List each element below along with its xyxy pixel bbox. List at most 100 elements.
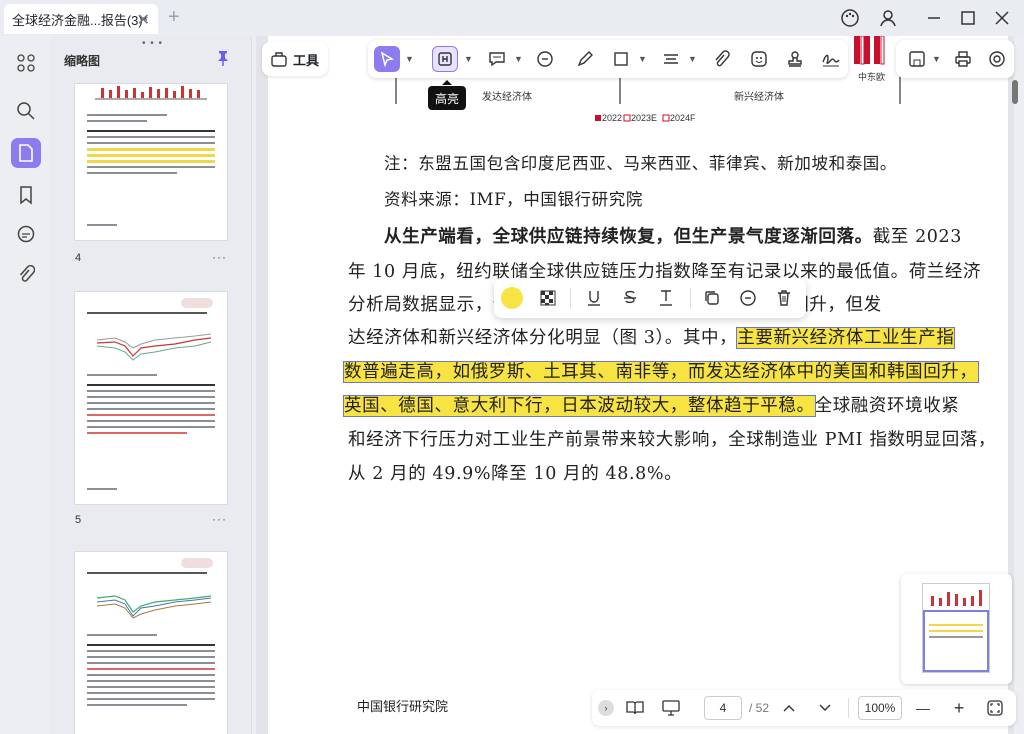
bank-logo-icon [181,558,213,568]
pin-icon[interactable] [216,50,230,71]
bank-logo-icon [181,298,213,308]
legend-item: 2022 [602,113,623,123]
chevron-down-icon[interactable]: ▼ [688,54,697,64]
page-thumbnail-6[interactable] [75,552,227,734]
paragraph-line: 达经济体和新兴经济体分化明显（图 3）。其中，主要新兴经济体工业生产指 [348,327,956,349]
chart-group-label: 发达经济体 [482,92,532,103]
legend-item: 2024F [670,113,696,123]
comment-tool-icon[interactable] [484,46,510,72]
strikethrough-icon[interactable] [618,286,642,310]
page-thumbnail-5[interactable] [75,292,227,504]
chevron-down-icon[interactable]: ▼ [464,54,473,64]
page-footer: 中国银行研究院 [357,700,449,715]
thumbnails-icon[interactable] [11,138,41,168]
ai-assistant-icon[interactable] [984,46,1010,72]
account-icon[interactable] [876,6,900,30]
document-tab[interactable]: 全球经济金融...报告(3)* ✕ [4,4,158,34]
save-icon[interactable] [904,46,930,72]
print-icon[interactable] [950,46,976,72]
chevron-down-icon[interactable]: ▼ [932,54,941,64]
highlight-color-swatch[interactable] [500,286,524,310]
zoom-out-icon[interactable]: — [912,696,934,720]
legend-item: 2023E [631,113,658,123]
vertical-scrollbar[interactable] [1012,80,1018,104]
zoom-level[interactable]: 100% [858,696,902,720]
highlighted-text[interactable]: 英国、德国、意大利下行，日本波动较大，整体趋于平稳。 [343,395,816,417]
chevron-down-icon[interactable]: ▼ [405,54,414,64]
highlight-tool-icon[interactable] [432,46,458,72]
toolbox-icon [271,52,287,67]
delete-icon[interactable] [772,286,796,310]
thumbnail-page-number: 4 [75,252,82,264]
paragraph-line: 从 2 月的 49.9%降至 10 月的 48.8%。 [348,464,683,484]
left-rail [0,36,50,734]
collapse-icon[interactable]: › [598,700,614,716]
squiggly-icon[interactable] [654,286,678,310]
sticker-tool-icon[interactable] [746,46,772,72]
viewport-indicator[interactable] [923,610,989,672]
add-comment-icon[interactable] [736,286,760,310]
chart-group-label: 新兴经济体 [734,92,784,103]
chevron-down-icon[interactable]: ▼ [638,54,647,64]
minimize-icon[interactable] [922,6,946,30]
maximize-icon[interactable] [956,6,980,30]
note-line: 注：东盟五国包含印度尼西亚、马来西亚、菲律宾、新加坡和泰国。 [384,154,897,173]
thumbnail-more-icon[interactable]: ··· [212,512,227,526]
navigation-bar: › 4 / 52 100% — + [592,690,1016,726]
highlighted-text[interactable]: 数普遍走高，如俄罗斯、土耳其、南非等，而发达经济体中的美国和韩国回升， [343,361,979,383]
measure-tool-icon[interactable] [658,46,684,72]
annotation-toolbar: ▼ ▼ ▼ ▼ ▼ [368,40,848,78]
paragraph-line: 英国、德国、意大利下行，日本波动较大，整体趋于平稳。全球融资环境收紧 [343,395,960,417]
thumbnail-panel: • • • 缩略图 4 ··· 5 ··· [50,36,252,734]
close-tab-icon[interactable]: ✕ [137,10,150,30]
thumbnail-page-number: 5 [75,514,82,526]
comments-icon[interactable] [11,220,41,250]
close-window-icon[interactable] [990,6,1014,30]
tab-title: 全球经济金融...报告(3)* [12,12,148,28]
paragraph-line: 从生产端看，全球供应链持续恢复，但生产景气度逐渐回落。截至 2023 [384,227,963,247]
copy-icon[interactable] [700,286,724,310]
stamp-tool-icon[interactable] [782,46,808,72]
chevron-down-icon[interactable]: ▼ [514,54,523,64]
paragraph-line: 数普遍走高，如俄罗斯、土耳其、南非等，而发达经济体中的美国和韩国回升， [343,358,979,383]
shape-tool-icon[interactable] [608,46,634,72]
previous-page-icon[interactable] [778,696,800,720]
next-page-icon[interactable] [814,696,836,720]
attachment-icon[interactable] [11,260,41,290]
page-thumbnail-4[interactable] [75,84,227,240]
search-icon[interactable] [11,96,41,126]
document-page[interactable]: 发达经济体 新兴经济体 中东欧 2022 2023E 2024F 注：东盟五国包… [268,36,1008,734]
highlighted-text[interactable]: 主要新兴经济体工业生产指 [736,327,956,349]
pencil-tool-icon[interactable] [572,46,598,72]
source-line: 资料来源：IMF，中国银行研究院 [384,190,643,209]
attach-tool-icon[interactable] [708,46,734,72]
palette-icon[interactable] [838,6,862,30]
paragraph-line: 和经济下行压力对工业生产前景带来较大影响，全球制造业 PMI 指数明显回落， [348,430,997,450]
opacity-icon[interactable] [536,286,560,310]
select-tool-icon[interactable] [374,46,400,72]
thumbnail-more-icon[interactable]: ··· [212,250,227,264]
file-toolbar: ▼ [896,40,1014,78]
page-number-input[interactable]: 4 [704,696,742,720]
panel-drag-handle[interactable]: • • • [142,38,163,49]
presentation-icon[interactable] [658,696,684,720]
bold-sentence: 从生产端看，全球供应链持续恢复，但生产景气度逐渐回落。 [384,227,873,247]
total-pages: / 52 [748,701,769,715]
note-tool-icon[interactable] [532,46,558,72]
tools-button[interactable]: 工具 [262,42,328,76]
bookmark-icon[interactable] [11,180,41,210]
zoom-in-icon[interactable]: + [948,696,970,720]
panel-title: 缩略图 [64,54,101,68]
new-tab-icon[interactable]: + [168,6,180,29]
chart-category-label: 中东欧 [858,73,886,83]
page-minimap[interactable] [901,574,1012,684]
signature-tool-icon[interactable] [818,46,844,72]
fit-page-icon[interactable] [984,696,1006,720]
tools-label: 工具 [292,52,319,68]
underline-icon[interactable] [582,286,606,310]
highlight-popover [494,278,806,318]
title-bar: 全球经济金融...报告(3)* ✕ + [0,0,1024,36]
apps-icon[interactable] [11,48,41,78]
highlight-tooltip: 高亮 [428,80,466,110]
reading-mode-icon[interactable] [622,696,648,720]
